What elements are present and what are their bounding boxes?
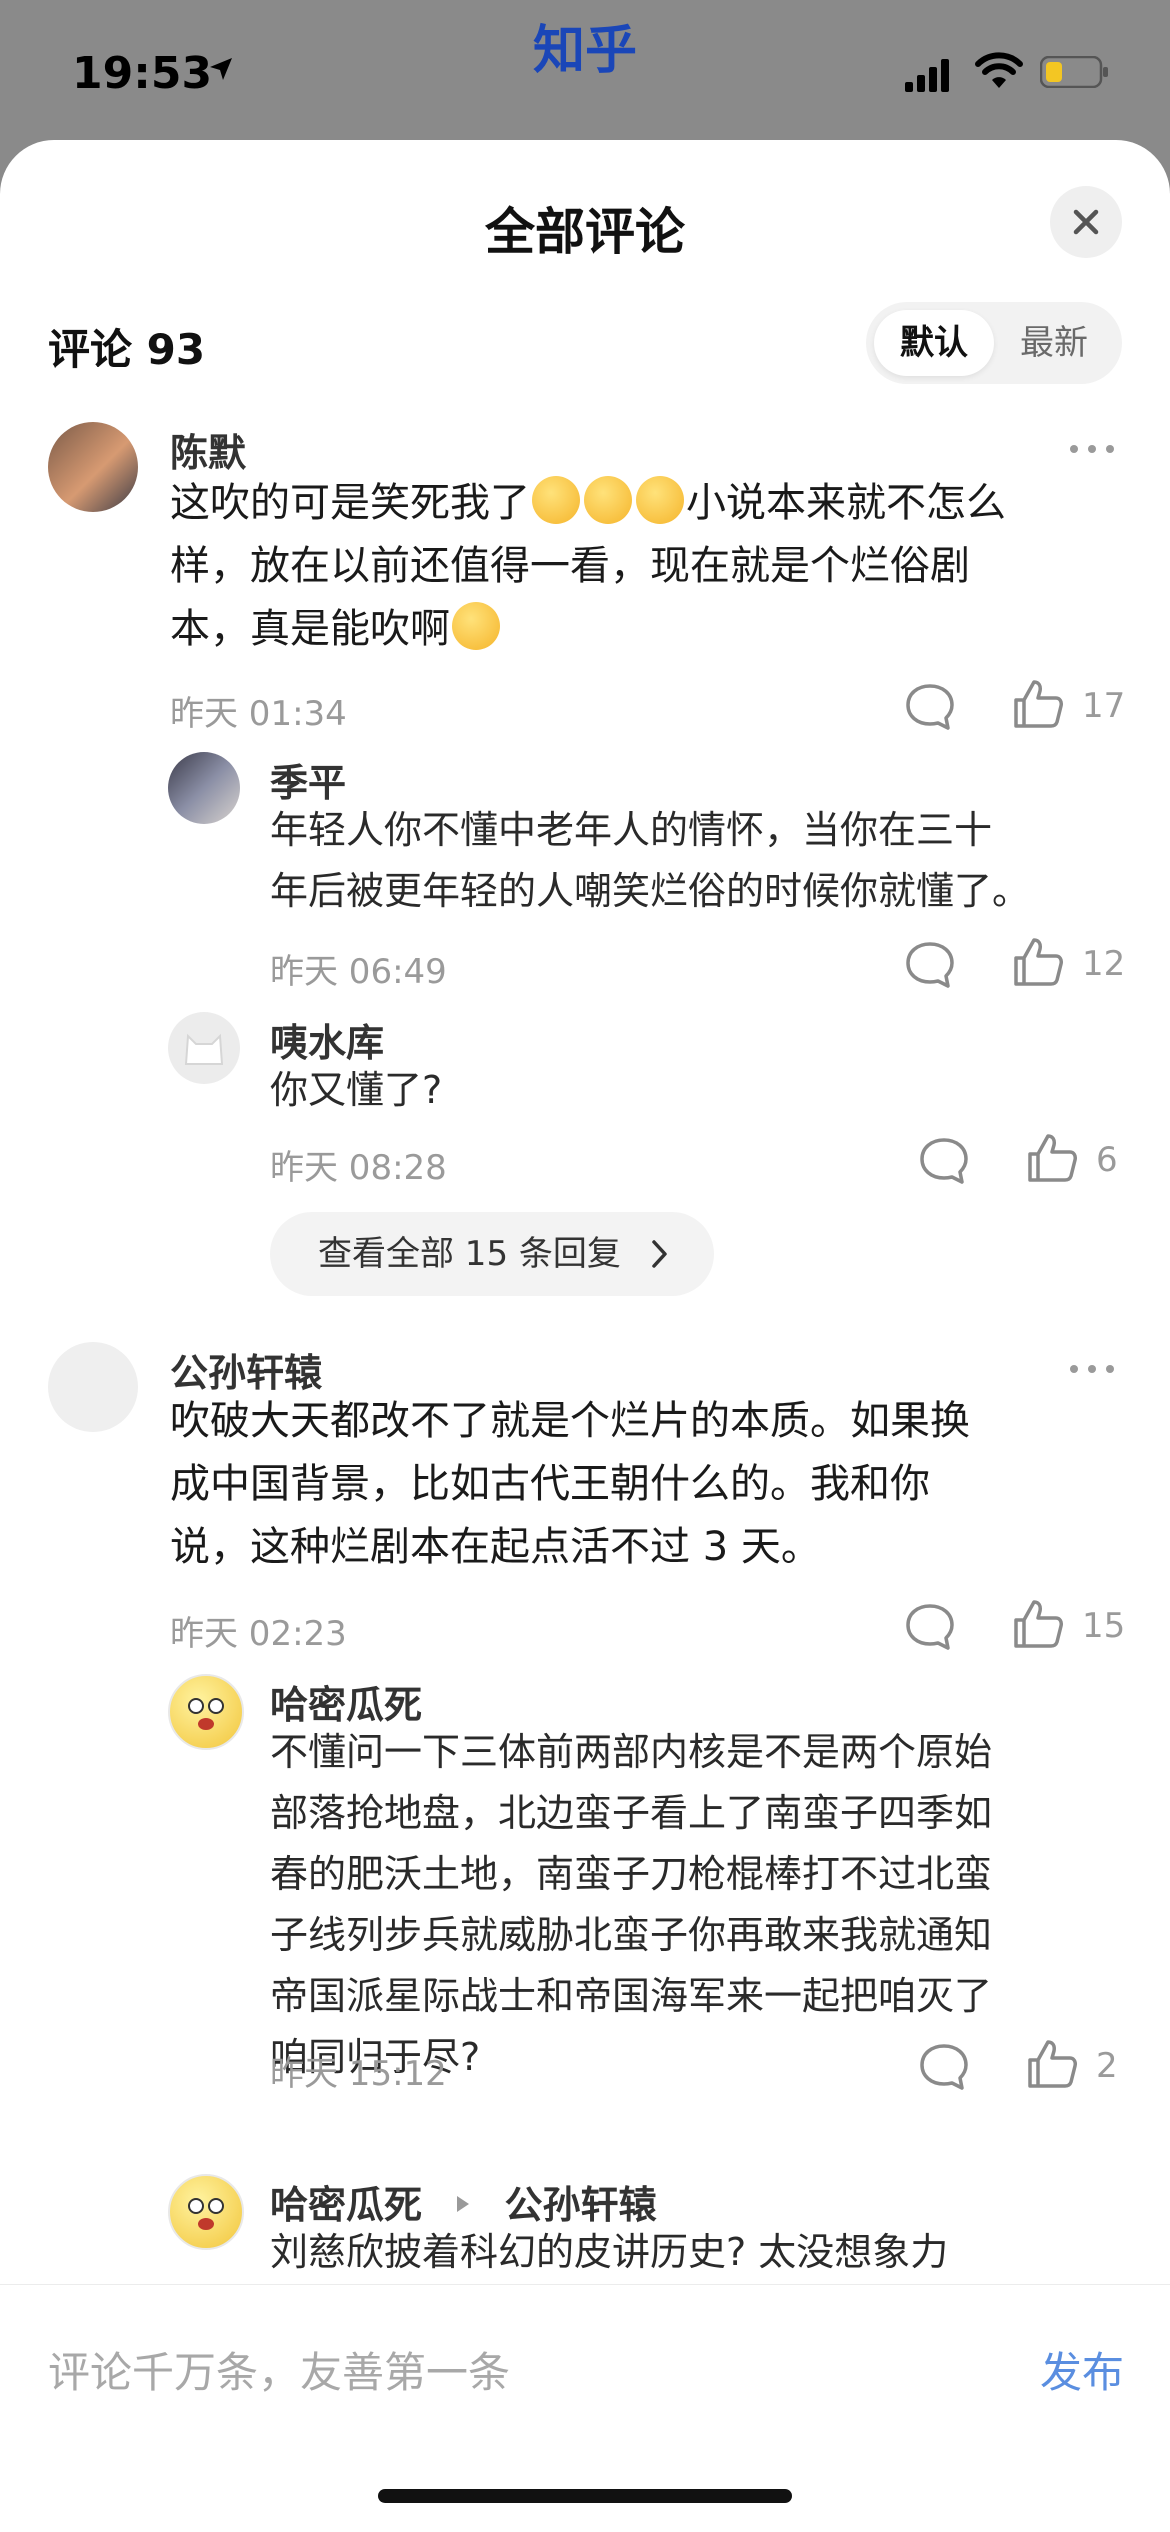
comment-time: 昨天 02:23 [170,1614,347,1654]
like-thumb-icon[interactable] [1012,936,1064,988]
reply-bubble-icon[interactable] [918,1136,970,1186]
comments-sheet: 全部评论 评论 93 默认 最新 陈默 这吹的可是笑死我了 小说本来就不怎么 样，… [0,140,1170,2532]
sort-toggle: 默认 最新 [866,302,1122,384]
reply-bubble-icon[interactable] [904,682,956,732]
like-count: 15 [1082,1606,1126,1646]
comment-input[interactable]: 评论千万条，友善第一条 [48,2339,510,2400]
comment-text: 吹破大天都改不了就是个烂片的本质。如果换 成中国背景，比如古代王朝什么的。我和你… [170,1398,970,1570]
avatar[interactable] [168,752,240,824]
reply-text: 不懂问一下三体前两部内核是不是两个原始 部落抢地盘，北边蛮子看上了南蛮子四季如 … [270,1730,993,2079]
like-count: 6 [1096,1140,1118,1180]
more-icon[interactable] [1068,442,1116,456]
reply-time: 昨天 06:49 [270,952,447,992]
cellular-signal-icon [905,59,949,92]
sweat-smile-emoji-icon [452,602,500,650]
like-count: 2 [1096,2046,1118,2086]
like-thumb-icon[interactable] [1026,1132,1078,1184]
battery-icon [1040,56,1108,88]
comment-input-bar: 评论千万条，友善第一条 发布 [0,2284,1170,2532]
comment-count: 评论 93 [48,325,206,374]
sheet-title: 全部评论 [485,203,685,261]
view-all-label: 查看全部 15 条回复 [318,1234,621,1274]
reply-bubble-icon[interactable] [918,2042,970,2092]
reply-time: 昨天 15:12 [270,2054,447,2094]
close-button[interactable] [1050,186,1122,258]
avatar[interactable] [168,1012,240,1084]
reply-bubble-icon[interactable] [904,940,956,990]
avatar[interactable] [168,1674,244,1750]
reply-author[interactable]: 哈密瓜死 [270,1674,422,1729]
publish-button[interactable]: 发布 [1040,2339,1124,2400]
status-bar: 19:53 知乎 [0,0,1170,140]
comment-time: 昨天 01:34 [170,694,347,734]
reply-time: 昨天 08:28 [270,1148,447,1188]
emoji-face-avatar-icon [188,1698,224,1730]
home-indicator [378,2489,792,2503]
like-thumb-icon[interactable] [1012,1598,1064,1650]
reply-text: 你又懂了? [270,1068,443,1112]
reply-author[interactable]: 咦水库 [270,1012,384,1067]
reply-author: 哈密瓜死 公孙轩辕 [270,2183,657,2227]
chevron-right-icon [652,1240,667,1268]
reply-bubble-icon[interactable] [904,1602,956,1652]
close-icon [1073,209,1099,235]
dizzy-face-emoji-icon [636,476,684,524]
dizzy-face-emoji-icon [584,476,632,524]
reply-text: 刘慈欣披着科幻的皮讲历史? 太没想象力 [270,2230,949,2274]
avatar[interactable] [48,1342,138,1432]
comment-author[interactable]: 陈默 [170,422,246,477]
reply-text: 年轻人你不懂中老年人的情怀，当你在三十 年后被更年轻的人嘲笑烂俗的时候你就懂了。 [270,808,1031,913]
like-count: 12 [1082,944,1126,984]
like-thumb-icon[interactable] [1012,678,1064,730]
emoji-face-avatar-icon [188,2198,224,2230]
more-icon[interactable] [1068,1362,1116,1376]
view-all-replies-button[interactable]: 查看全部 15 条回复 [270,1212,714,1296]
reply-arrow-icon [457,2196,470,2212]
avatar[interactable] [168,2174,244,2250]
wifi-icon [975,52,1023,88]
comment-author[interactable]: 公孙轩辕 [170,1342,322,1397]
comment-text: 这吹的可是笑死我了 小说本来就不怎么 样，放在以前还值得一看，现在就是个烂俗剧 本… [170,472,1130,661]
avatar[interactable] [48,422,138,512]
like-thumb-icon[interactable] [1026,2038,1078,2090]
sort-default-option[interactable]: 默认 [874,310,994,376]
like-count: 17 [1082,686,1126,726]
sort-latest-option[interactable]: 最新 [994,310,1114,376]
reply-author[interactable]: 季平 [270,752,346,807]
cat-avatar-icon [184,1033,224,1065]
dizzy-face-emoji-icon [532,476,580,524]
